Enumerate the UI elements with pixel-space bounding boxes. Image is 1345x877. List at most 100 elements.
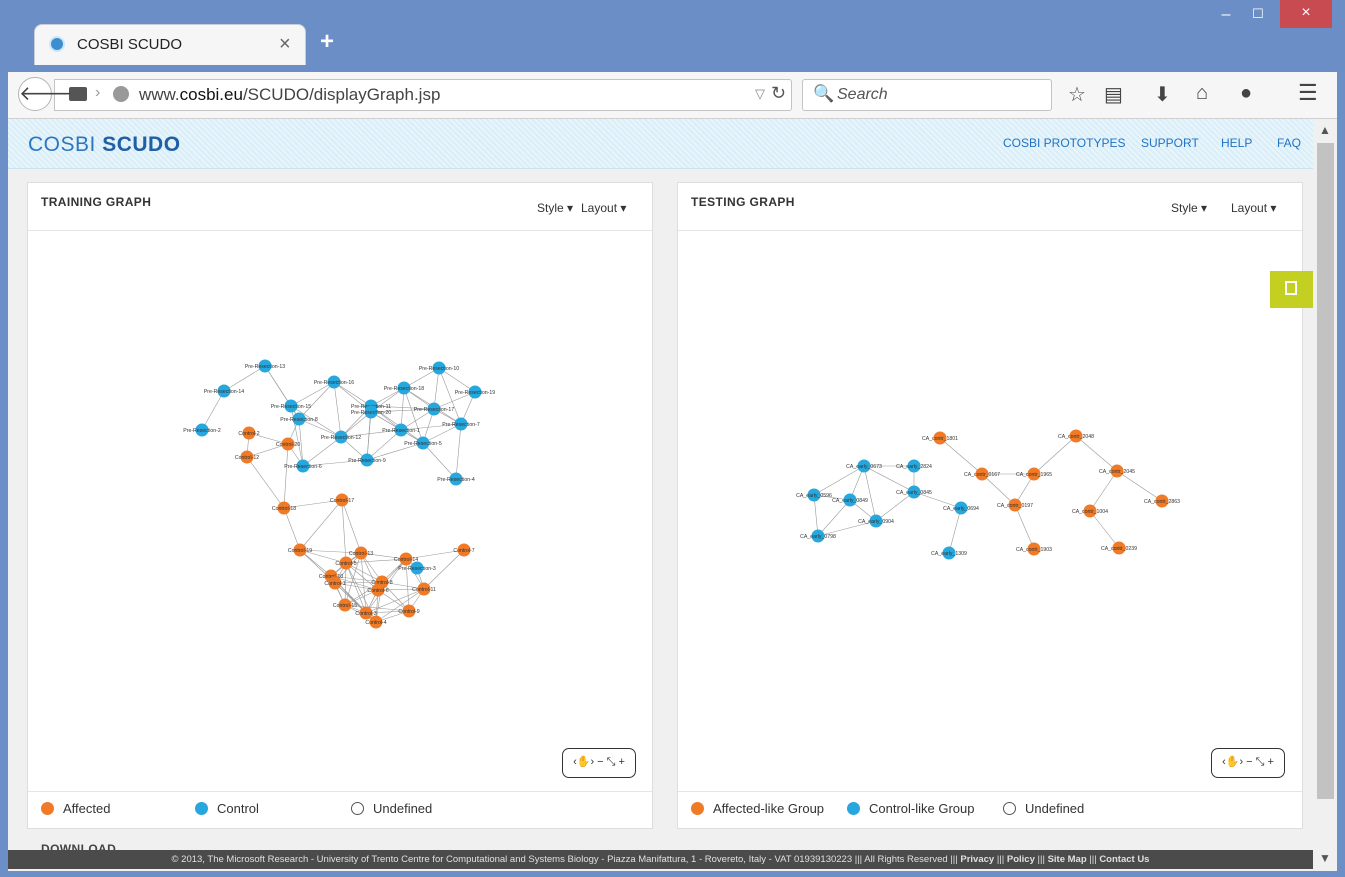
graph-node[interactable]: Control-19 — [288, 543, 312, 557]
page-scrollbar[interactable]: ▲ ▼ — [1313, 119, 1337, 871]
window-close-button[interactable]: × — [1280, 0, 1332, 28]
graph-node[interactable]: CA_contr_2048 — [1058, 429, 1094, 443]
graph-node[interactable]: CA_contr_2045 — [1099, 464, 1135, 478]
graph-node[interactable]: CA_contr_1004 — [1072, 504, 1108, 518]
bookmark-star-icon[interactable]: ☆ — [1068, 82, 1086, 107]
graph-node[interactable]: Pre-Resection-12 — [321, 430, 361, 444]
nav-help[interactable]: HELP — [1221, 136, 1252, 150]
testing-graph-canvas[interactable]: CA_contr_1801 CA_contr_2048 CA_early_0673 C… — [678, 231, 1302, 791]
graph-node[interactable]: CA_early_0849 — [832, 493, 868, 507]
graph-node[interactable]: Pre-Resection-9 — [348, 453, 386, 467]
graph-node[interactable]: Control-11 — [412, 582, 436, 596]
url-text[interactable]: www.cosbi.eu/SCUDO/displayGraph.jsp — [139, 85, 440, 105]
graph-node[interactable]: CA_contr_0239 — [1101, 541, 1137, 555]
graph-node[interactable]: Pre-Resection-10 — [419, 361, 459, 375]
training-style-dropdown[interactable]: Style ▾ — [537, 201, 573, 215]
graph-node[interactable]: Pre-Resection-8 — [280, 412, 318, 426]
graph-node[interactable]: CA_early_1309 — [931, 546, 967, 560]
graph-node[interactable]: CA_early_0673 — [846, 459, 882, 473]
graph-node[interactable]: Pre-Resection-15 — [271, 399, 311, 413]
graph-node[interactable]: Pre-Resection-5 — [404, 436, 442, 450]
url-dropdown-icon[interactable]: ▽ — [755, 86, 765, 102]
nav-support[interactable]: SUPPORT — [1141, 136, 1199, 150]
graph-node[interactable]: Pre-Resection-16 — [314, 375, 354, 389]
footer-link-policy[interactable]: Policy — [1007, 854, 1035, 865]
graph-node[interactable]: CA_early_2824 — [896, 459, 932, 473]
graph-node[interactable]: Pre-Resection-14 — [204, 384, 244, 398]
footer-link-privacy[interactable]: Privacy — [960, 854, 994, 865]
url-bar[interactable]: › www.cosbi.eu/SCUDO/displayGraph.jsp ▽ … — [54, 79, 792, 111]
graph-node[interactable]: Control-9 — [398, 604, 420, 618]
graph-navigation-control[interactable]: ‹✋› − ⤡ + — [1211, 748, 1285, 778]
graph-edge — [283, 443, 289, 509]
testing-layout-dropdown[interactable]: Layout ▾ — [1231, 201, 1276, 215]
graph-node[interactable]: Pre-Resection-18 — [384, 381, 424, 395]
footer-link-sitemap[interactable]: Site Map — [1048, 854, 1087, 865]
new-tab-button[interactable]: + — [320, 28, 334, 56]
footer-link-contact[interactable]: Contact Us — [1099, 854, 1149, 865]
home-icon[interactable]: ⌂ — [1196, 82, 1208, 105]
window-maximize-button[interactable]: ☐ — [1245, 6, 1271, 26]
graph-node[interactable]: Pre-Resection-19 — [455, 385, 495, 399]
testing-graph-panel: TESTING GRAPH Style ▾ Layout ▾ CA_contr_… — [677, 182, 1303, 829]
nav-cosbi-prototypes[interactable]: COSBI PROTOTYPES — [1003, 136, 1125, 150]
graph-node[interactable]: Pre-Resection-4 — [437, 472, 475, 486]
graph-node[interactable]: CA_early_0596 — [796, 488, 832, 502]
legend-affected-like-label: Affected-like Group — [713, 801, 825, 816]
training-layout-dropdown[interactable]: Layout ▾ — [581, 201, 626, 215]
graph-node-label: Control-19 — [288, 548, 312, 554]
reading-list-icon[interactable]: ▤ — [1104, 82, 1123, 107]
window-minimize-button[interactable]: – — [1213, 6, 1239, 26]
graph-node[interactable]: Control-17 — [330, 493, 354, 507]
graph-node-label: CA_contr_1965 — [1016, 472, 1052, 478]
graph-node[interactable]: Pre-Resection-17 — [414, 402, 454, 416]
graph-node-label: Pre-Resection-13 — [245, 364, 285, 370]
graph-node[interactable]: Pre-Resection-2 — [183, 423, 221, 437]
tab-close-icon[interactable]: × — [279, 33, 291, 56]
graph-node[interactable]: Control-7 — [453, 543, 475, 557]
graph-node[interactable]: Control-18 — [272, 501, 296, 515]
graph-node[interactable]: Pre-Resection-13 — [245, 359, 285, 373]
nav-faq[interactable]: FAQ — [1277, 136, 1301, 150]
download-icon[interactable]: ⬇ — [1154, 82, 1171, 107]
graph-node-label: Pre-Resection-8 — [280, 417, 318, 423]
graph-node[interactable]: CA_early_0904 — [858, 514, 894, 528]
reload-icon[interactable]: ↻ — [771, 83, 786, 104]
graph-node[interactable]: Control-12 — [235, 450, 259, 464]
graph-navigation-control[interactable]: ‹✋› − ⤡ + — [562, 748, 636, 778]
graph-node[interactable]: Control-2 — [238, 426, 260, 440]
scrollbar-thumb[interactable] — [1317, 143, 1334, 799]
graph-node-label: Pre-Resection-5 — [404, 441, 442, 447]
chat-icon[interactable]: ● — [1240, 82, 1252, 105]
graph-node[interactable]: Pre-Resection-6 — [284, 459, 322, 473]
graph-node[interactable]: CA_contr_1903 — [1016, 542, 1052, 556]
graph-node[interactable]: CA_early_0798 — [800, 529, 836, 543]
graph-edge — [981, 473, 1016, 506]
graph-node[interactable]: CA_contr_0197 — [997, 498, 1033, 512]
graph-edge — [875, 491, 915, 522]
graph-node[interactable]: Pre-Resection-7 — [442, 417, 480, 431]
scroll-down-icon[interactable]: ▼ — [1319, 851, 1331, 865]
graph-node-label: Pre-Resection-19 — [455, 390, 495, 396]
search-input[interactable]: 🔍 Search — [802, 79, 1052, 111]
panel-divider — [678, 791, 1302, 792]
graph-node[interactable]: Control-13 — [349, 546, 373, 560]
graph-node-label: Control-7 — [453, 548, 474, 554]
graph-node[interactable]: CA_contr_1801 — [922, 431, 958, 445]
testing-style-dropdown[interactable]: Style ▾ — [1171, 201, 1207, 215]
graph-node-label: Pre-Resection-10 — [419, 366, 459, 372]
back-button[interactable]: 🡐 — [18, 77, 73, 111]
site-logo[interactable]: COSBI SCUDO — [28, 133, 181, 157]
browser-tab[interactable]: COSBI SCUDO × — [34, 24, 306, 65]
graph-node[interactable]: CA_contr_2863 — [1144, 494, 1180, 508]
menu-icon[interactable]: ☰ — [1298, 80, 1318, 106]
scroll-up-icon[interactable]: ▲ — [1319, 123, 1331, 137]
graph-node[interactable]: Pre-Resection-1 — [382, 423, 420, 437]
side-panel-toggle[interactable] — [1270, 271, 1313, 308]
panel-divider — [28, 791, 652, 792]
legend-dot-control — [847, 802, 860, 815]
training-graph-canvas[interactable]: Pre-Resection-13 Pre-Resection-14 Pre-Rese… — [28, 231, 652, 791]
graph-node[interactable]: Control-20 — [276, 437, 300, 451]
graph-node[interactable]: CA_contr_0167 — [964, 467, 1000, 481]
graph-node[interactable]: CA_contr_1965 — [1016, 467, 1052, 481]
